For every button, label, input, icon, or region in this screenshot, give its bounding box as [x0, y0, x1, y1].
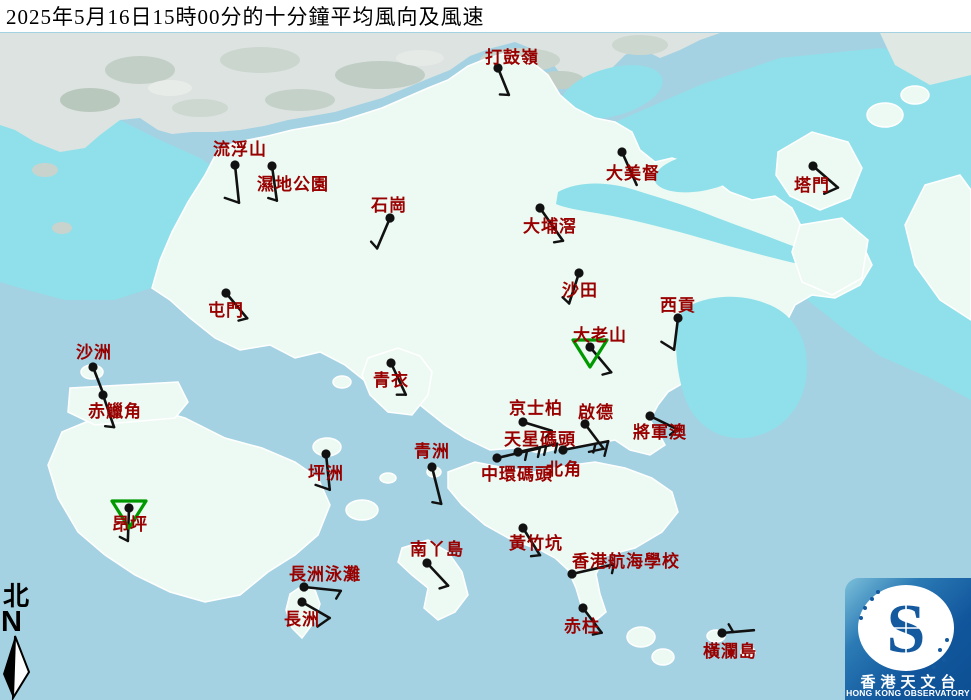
station-label: 大老山 — [573, 325, 627, 345]
station-label: 青衣 — [373, 370, 409, 390]
station-label: 大美督 — [606, 163, 660, 183]
station-dot — [808, 161, 817, 170]
hko-logo-panel: S 香港天文台 HONG KONG OBSERVATORY — [845, 578, 971, 700]
station-dot — [88, 362, 97, 371]
station-dot — [492, 453, 501, 462]
title-bar: 2025年5月16日15時00分的十分鐘平均風向及風速 — [0, 0, 971, 32]
station-label: 長洲 — [284, 610, 320, 629]
station-dot — [321, 449, 330, 458]
wind-map-image: 打鼓嶺流浮山濕地公園石崗 大美督塔門大埔滘沙田西貢 屯門沙洲 大老山赤鱲角 青衣京士柏啟… — [0, 0, 971, 700]
compass-north: 北 N — [0, 584, 40, 700]
station-label: 北角 — [546, 459, 582, 479]
islet-deep-bay — [32, 163, 58, 177]
shenzhen-urban-texture — [148, 80, 192, 96]
station-label: 長洲泳灘 — [289, 564, 361, 584]
station-label: 屯門 — [208, 300, 244, 320]
station-dot — [645, 411, 654, 420]
station-dot — [386, 358, 395, 367]
island-hei-ling-chau — [346, 500, 378, 520]
map-title: 2025年5月16日15時00分的十分鐘平均風向及風速 — [0, 1, 485, 31]
shenzhen-urban-texture — [396, 50, 444, 66]
station-label: 濕地公園 — [257, 174, 329, 194]
station-label: 南丫島 — [410, 539, 464, 559]
station-dot — [221, 288, 230, 297]
station-dot — [578, 603, 587, 612]
island-ma-wan — [333, 376, 351, 388]
station-label: 大埔滘 — [523, 216, 577, 236]
station-label: 石崗 — [370, 196, 407, 215]
station-label: 沙洲 — [76, 343, 112, 362]
station-dot — [617, 147, 626, 156]
island-ne — [867, 103, 903, 127]
station-label: 塔門 — [794, 175, 830, 195]
station-label: 赤鱲角 — [88, 401, 142, 421]
map-canvas: 打鼓嶺流浮山濕地公園石崗 大美督塔門大埔滘沙田西貢 屯門沙洲 大老山赤鱲角 青衣京士柏啟… — [0, 0, 971, 700]
shenzhen-urban-texture — [220, 47, 300, 73]
station-label: 京士柏 — [509, 398, 563, 418]
station-label: 黃竹坑 — [508, 533, 563, 553]
station-dot — [427, 462, 436, 471]
shenzhen-urban-texture — [60, 88, 120, 112]
station-dot — [422, 558, 431, 567]
island-ne-2 — [901, 86, 929, 104]
hko-name-english: HONG KONG OBSERVATORY — [845, 688, 971, 698]
station-dot — [558, 445, 567, 454]
island-po-toi-2 — [652, 649, 674, 665]
station-label: 沙田 — [562, 281, 598, 300]
shenzhen-urban-texture — [612, 35, 668, 55]
station-label: 中環碼頭 — [481, 464, 553, 484]
station-dot — [98, 390, 107, 399]
wind-barb-tick — [531, 555, 540, 556]
wind-barb-tick — [554, 241, 563, 243]
station-label: 昂坪 — [112, 515, 148, 534]
station-dot — [124, 503, 133, 512]
water-port-shelter — [676, 297, 807, 438]
station-label: 坪洲 — [308, 464, 344, 483]
station-dot — [717, 628, 726, 637]
map-svg: 打鼓嶺流浮山濕地公園石崗 大美督塔門大埔滘沙田西貢 屯門沙洲 大老山赤鱲角 青衣京士柏啟… — [0, 0, 971, 700]
station-dot — [518, 523, 527, 532]
station-label: 赤柱 — [564, 616, 600, 636]
shenzhen-urban-texture — [265, 89, 335, 111]
island-po-toi — [627, 627, 655, 647]
station-dot — [297, 597, 306, 606]
compass-needle-icon — [0, 634, 40, 700]
islet-deep-bay-2 — [52, 222, 72, 234]
shenzhen-urban-texture — [172, 99, 228, 117]
compass-n-label: N — [0, 610, 40, 634]
station-dot — [267, 161, 276, 170]
island-kau-yi-chau — [380, 473, 396, 483]
station-label: 啟德 — [578, 402, 614, 422]
station-label: 香港航海學校 — [572, 551, 680, 571]
station-dot — [535, 203, 544, 212]
station-dot — [518, 417, 527, 426]
station-label: 西貢 — [660, 296, 696, 315]
shenzhen-urban-texture — [105, 56, 175, 84]
station-label: 橫瀾島 — [703, 641, 757, 661]
wind-barb-tick — [432, 502, 441, 504]
station-label: 將軍澳 — [633, 422, 687, 442]
station-label: 流浮山 — [213, 139, 267, 159]
station-label: 青洲 — [414, 441, 450, 461]
wind-barb-tick — [105, 426, 114, 427]
station-label: 打鼓嶺 — [485, 47, 539, 67]
station-dot — [574, 268, 583, 277]
station-dot — [230, 160, 239, 169]
